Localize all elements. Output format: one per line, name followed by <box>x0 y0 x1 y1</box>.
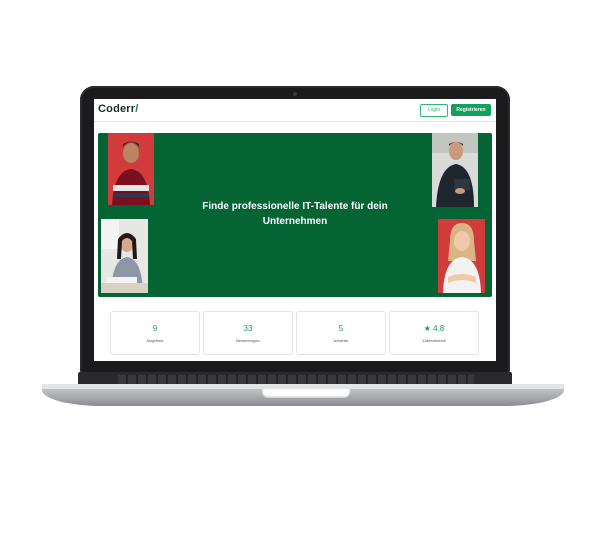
stat-label: Bewertungen <box>236 338 260 343</box>
stat-card-satisfaction: ★ 4.8 Zufriedenheit <box>389 311 479 355</box>
laptop-keyboard <box>118 375 474 384</box>
coderr-logo[interactable]: Coderr/ <box>98 103 139 115</box>
stat-label: Zufriedenheit <box>422 338 446 343</box>
talent-photo-woman-laptop <box>101 219 148 293</box>
register-button[interactable]: Registrieren <box>451 104 491 116</box>
stat-value: 5 <box>338 324 344 333</box>
stat-card-reviews: 33 Bewertungen <box>203 311 293 355</box>
webcam-dot <box>293 92 297 96</box>
stats-row: 9 Angebote 33 Bewertungen 5 Anbieter ★ 4… <box>110 311 480 355</box>
stat-value: ★ 4.8 <box>423 324 445 333</box>
login-button[interactable]: Login <box>420 104 448 117</box>
laptop-opening-notch <box>262 389 350 398</box>
stat-label: Anbieter <box>333 338 349 343</box>
laptop-mockup: Coderr/ Login Registrieren Finde profess… <box>0 0 605 534</box>
stat-value: 9 <box>152 324 158 333</box>
talent-photo-man-red <box>108 133 154 205</box>
stat-value: 33 <box>243 324 253 333</box>
talent-photo-woman-red <box>438 219 485 293</box>
stat-label: Angebote <box>146 338 164 343</box>
stat-card-providers: 5 Anbieter <box>296 311 386 355</box>
talent-photo-man-tablet <box>432 133 478 207</box>
stat-card-offers: 9 Angebote <box>110 311 200 355</box>
top-navbar: Coderr/ Login Registrieren <box>94 99 496 122</box>
hero-banner: Finde professionelle IT-Talente für dein… <box>98 133 492 297</box>
laptop-screen: Coderr/ Login Registrieren Finde profess… <box>94 99 496 361</box>
hero-title: Finde professionelle IT-Talente für dein… <box>202 201 388 227</box>
logo-slash: / <box>135 103 139 115</box>
logo-text: Coderr <box>98 103 136 115</box>
